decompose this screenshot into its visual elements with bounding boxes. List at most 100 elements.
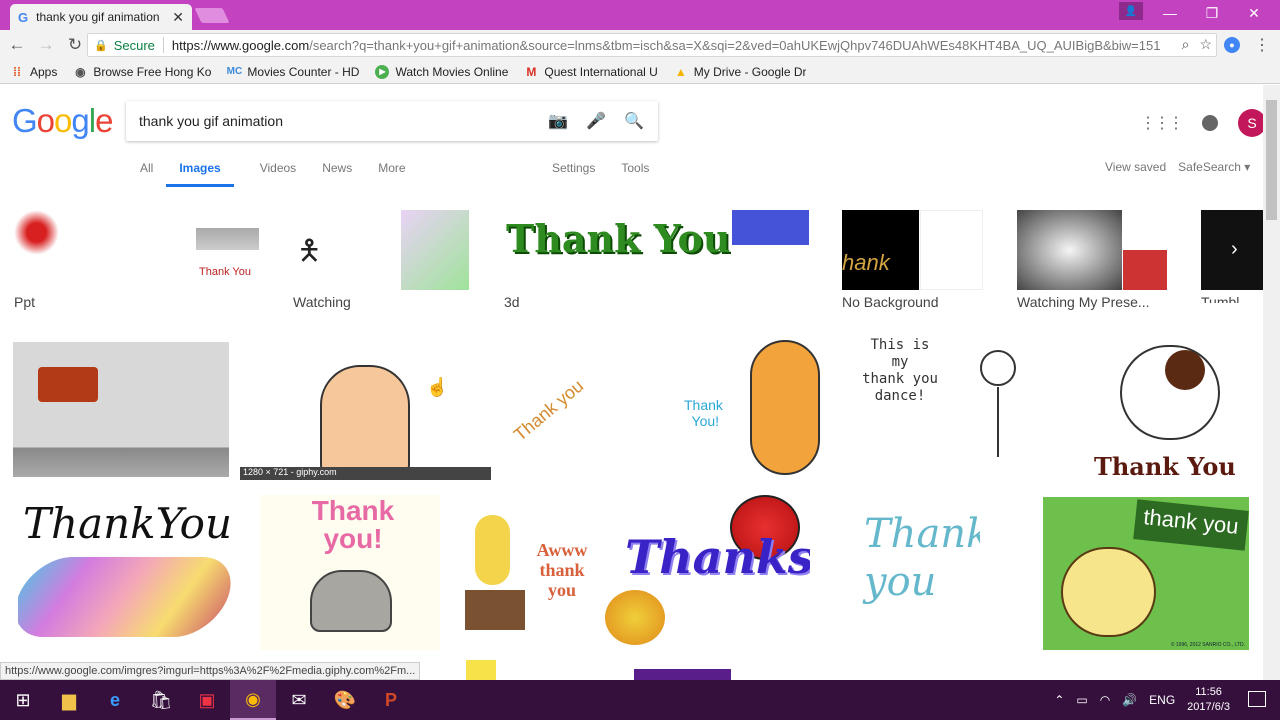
address-bar[interactable]: 🔒 Secure https://www.google.com/search?q…: [87, 33, 1217, 57]
image-result[interactable]: [466, 660, 496, 680]
edge-icon[interactable]: e: [92, 680, 138, 720]
rainbow-text: ThankYou!: [23, 499, 233, 548]
corgi-image: [750, 340, 820, 475]
image-result[interactable]: Awww thank you: [455, 510, 600, 630]
related-search-chip[interactable]: Thank You 3d: [504, 210, 809, 310]
related-search-chip[interactable]: hank No Background: [842, 210, 983, 310]
tab-videos[interactable]: Videos: [260, 161, 296, 187]
dog-text: Thank You: [1094, 452, 1236, 481]
restore-icon[interactable]: ❐: [1190, 0, 1234, 26]
avatar[interactable]: S: [1238, 109, 1263, 137]
bookmark-quest[interactable]: M Quest International U: [524, 65, 657, 79]
notification-center-icon[interactable]: [1248, 691, 1266, 707]
reload-icon[interactable]: ↻: [63, 33, 87, 57]
related-search-chip[interactable]: Watching My Prese...: [1017, 210, 1167, 310]
paint-icon[interactable]: 🎨: [322, 680, 368, 720]
powerpoint-icon[interactable]: P: [368, 680, 414, 720]
scrollbar-thumb[interactable]: [1266, 100, 1277, 220]
language-indicator[interactable]: ENG: [1149, 693, 1175, 707]
view-saved-link[interactable]: View saved: [1105, 160, 1166, 174]
bookmark-movies-counter[interactable]: MC Movies Counter - HD: [227, 65, 359, 79]
safesearch-dropdown[interactable]: SafeSearch ▾: [1178, 160, 1250, 174]
browser-tab[interactable]: G thank you gif animation ✕: [10, 4, 192, 30]
tools-link[interactable]: Tools: [621, 161, 649, 175]
image-result[interactable]: 1280 × 721 - giphy.com: [240, 335, 491, 480]
search-box[interactable]: thank you gif animation 📷 🎤 🔍: [126, 101, 658, 141]
back-arrow-icon[interactable]: ←: [5, 33, 29, 57]
image-result[interactable]: Thank you!: [260, 495, 440, 650]
window-close-icon[interactable]: ✕: [1232, 0, 1276, 26]
store-icon[interactable]: 🛍: [138, 680, 184, 720]
chevron-up-icon[interactable]: ⌃: [1054, 693, 1064, 707]
tab-title: thank you gif animation: [36, 10, 160, 24]
image-result[interactable]: Thank You!: [680, 335, 830, 480]
image-caption: 1280 × 721 - giphy.com: [240, 467, 491, 480]
image-result[interactable]: Thank you: [860, 510, 980, 640]
bookmark-label: Watch Movies Online: [395, 64, 509, 79]
globe-icon: ◉: [75, 64, 86, 79]
chrome-icon[interactable]: ◉: [230, 680, 276, 720]
related-image: hank: [842, 210, 919, 290]
stick-figure-head: [980, 350, 1016, 386]
bookmark-star-icon[interactable]: ☆: [1199, 36, 1212, 53]
image-result[interactable]: Thank You: [1080, 340, 1250, 485]
mail-icon[interactable]: ✉: [276, 680, 322, 720]
tab-all[interactable]: All: [140, 161, 153, 187]
chevron-right-icon[interactable]: ›: [1231, 238, 1238, 261]
camera-icon[interactable]: 📷: [548, 111, 568, 131]
play-icon: ▶: [375, 64, 390, 79]
divider: [162, 37, 164, 53]
gmail-icon: M: [526, 64, 537, 79]
tab-close-icon[interactable]: ✕: [172, 9, 184, 26]
search-tabs: All Images Videos News More: [140, 161, 432, 187]
url-domain: https://www.google.com: [171, 37, 310, 53]
extension-icon[interactable]: ●: [1224, 37, 1240, 53]
browser-toolbar: ← → ↻ 🔒 Secure https://www.google.com/se…: [0, 30, 1280, 60]
tab-images[interactable]: Images: [166, 161, 234, 187]
image-result[interactable]: [634, 669, 731, 680]
wifi-icon[interactable]: ◠: [1100, 693, 1110, 707]
bookmark-browse-free[interactable]: ◉ Browse Free Hong Ko: [73, 65, 211, 79]
battery-icon[interactable]: ▭: [1076, 693, 1087, 707]
tab-news[interactable]: News: [322, 161, 352, 187]
related-image: [1017, 210, 1122, 290]
file-explorer-icon[interactable]: ▆: [46, 680, 92, 720]
related-search-chip[interactable]: › Tumbl: [1201, 210, 1263, 303]
google-apps-icon[interactable]: ⋮⋮⋮: [1140, 113, 1184, 133]
settings-link[interactable]: Settings: [552, 161, 595, 175]
bookmark-apps[interactable]: ⁞⁞ Apps: [10, 65, 57, 79]
microphone-icon[interactable]: 🎤: [586, 111, 606, 131]
page-content: Google thank you gif animation 📷 🎤 🔍 ⋮⋮⋮…: [0, 85, 1263, 680]
media-app-icon[interactable]: ▣: [184, 680, 230, 720]
thanks-text: Thanks: [625, 530, 810, 584]
related-search-chip[interactable]: Thank You Ppt: [14, 210, 259, 310]
search-icon[interactable]: 🔍: [624, 111, 644, 131]
profile-icon[interactable]: 👤: [1119, 2, 1143, 20]
forward-arrow-icon[interactable]: →: [34, 33, 58, 57]
clock[interactable]: 11:56 2017/6/3: [1187, 685, 1230, 715]
drive-icon: ▲: [674, 64, 687, 79]
search-input[interactable]: thank you gif animation: [139, 113, 283, 129]
cat-text: Thank you!: [311, 495, 395, 554]
zoom-icon[interactable]: ⌕: [1182, 36, 1190, 53]
image-result[interactable]: ThankYou!: [18, 497, 233, 642]
bookmark-my-drive[interactable]: ▲ My Drive - Google Dr: [674, 65, 807, 79]
related-label: Watching: [293, 294, 351, 310]
image-result[interactable]: [13, 342, 229, 477]
tab-more[interactable]: More: [378, 161, 405, 187]
windows-start-icon[interactable]: ⊞: [0, 680, 46, 720]
minimize-icon[interactable]: —: [1148, 0, 1192, 26]
volume-icon[interactable]: 🔊: [1122, 693, 1137, 707]
bookmark-watch-movies[interactable]: ▶ Watch Movies Online: [375, 64, 509, 79]
image-result[interactable]: Thank you: [505, 360, 605, 480]
image-result[interactable]: This is my thank you dance!: [860, 335, 1040, 480]
notifications-icon[interactable]: [1202, 115, 1218, 131]
system-tray: ⌃ ▭ ◠ 🔊 ENG 11:56 2017/6/3: [1054, 680, 1230, 720]
scrollbar[interactable]: [1263, 85, 1280, 680]
image-result[interactable]: thank you © 1996, 2012 SANRIO CO., LTD.: [1043, 497, 1249, 650]
new-tab-button[interactable]: [194, 8, 230, 23]
menu-dots-icon[interactable]: ⋮: [1254, 35, 1270, 55]
related-search-chip[interactable]: 🯅 Watching: [293, 210, 470, 310]
image-result[interactable]: Thanks: [600, 495, 810, 650]
google-logo[interactable]: Google: [12, 102, 113, 140]
